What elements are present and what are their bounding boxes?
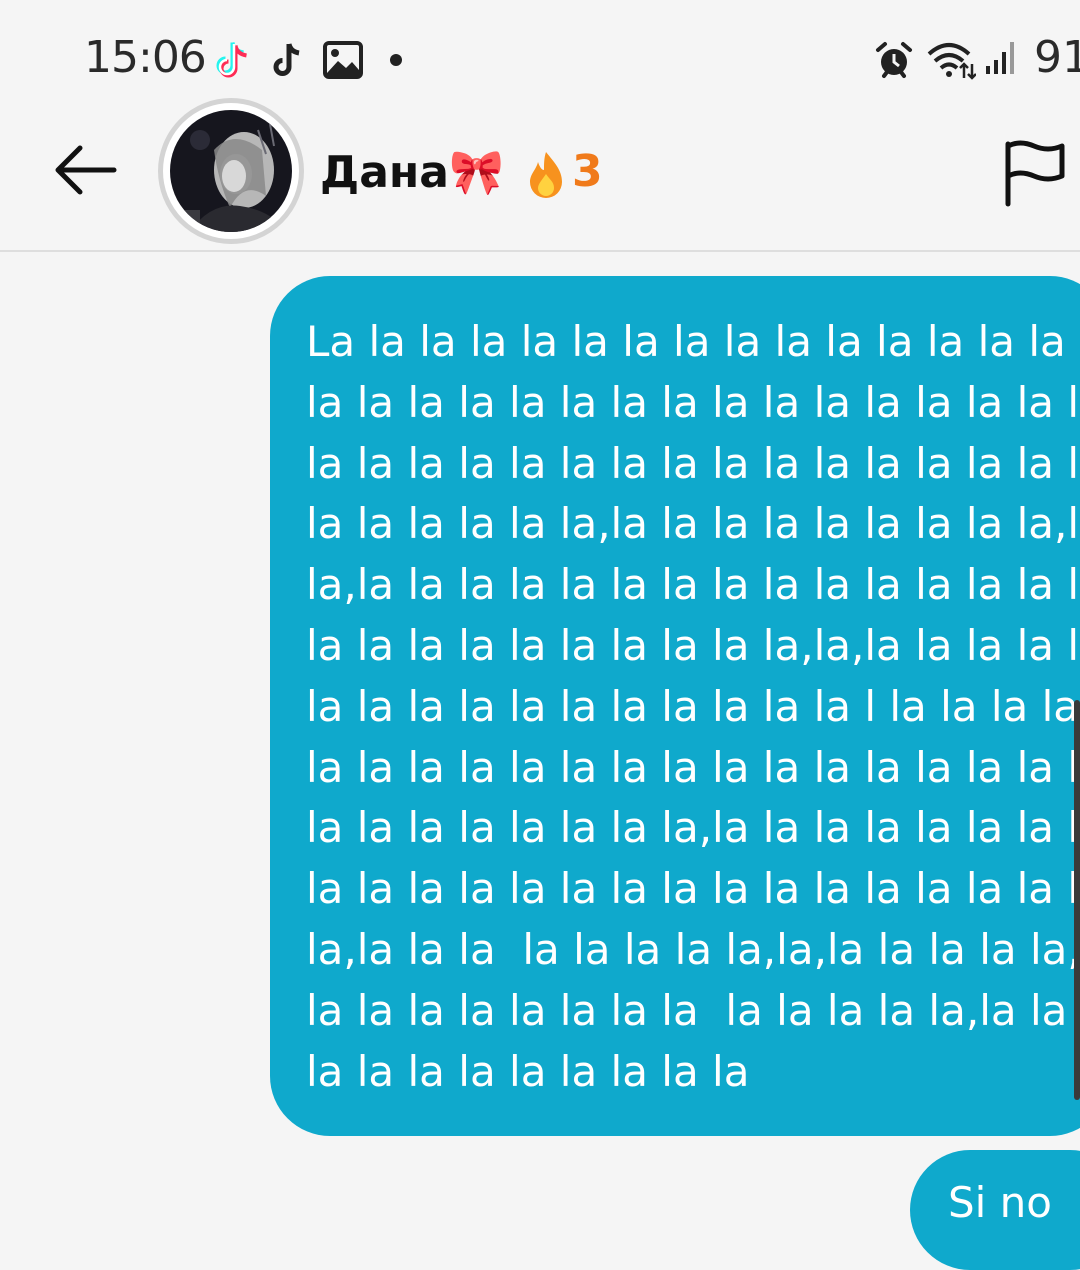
tiktok-icon <box>273 43 300 76</box>
status-time: 15:06 <box>84 32 207 83</box>
chat-header: Дана🎀 3 <box>0 98 1080 252</box>
signal-icon <box>986 42 1014 74</box>
alarm-icon <box>876 42 912 78</box>
flag-icon[interactable] <box>1000 138 1070 208</box>
scrollbar[interactable] <box>1074 700 1080 1100</box>
image-icon <box>323 41 363 79</box>
streak-count: 3 <box>572 146 603 197</box>
avatar-photo <box>170 110 292 232</box>
message-text: Si no <box>948 1178 1052 1227</box>
back-arrow-icon[interactable] <box>50 140 120 200</box>
battery-level: 91 <box>1034 32 1080 83</box>
tiktok-icon <box>216 42 247 78</box>
avatar[interactable] <box>170 110 292 232</box>
message-text: La la la la la la la la la la la la la l… <box>306 317 1080 1096</box>
message-bubble-sent[interactable]: Si no <box>910 1150 1080 1270</box>
contact-name[interactable]: Дана🎀 <box>320 146 504 198</box>
fire-icon <box>530 152 562 198</box>
status-bar: 15:06 91 <box>0 0 1080 110</box>
wifi-icon <box>927 43 976 80</box>
dot-icon <box>390 54 402 66</box>
